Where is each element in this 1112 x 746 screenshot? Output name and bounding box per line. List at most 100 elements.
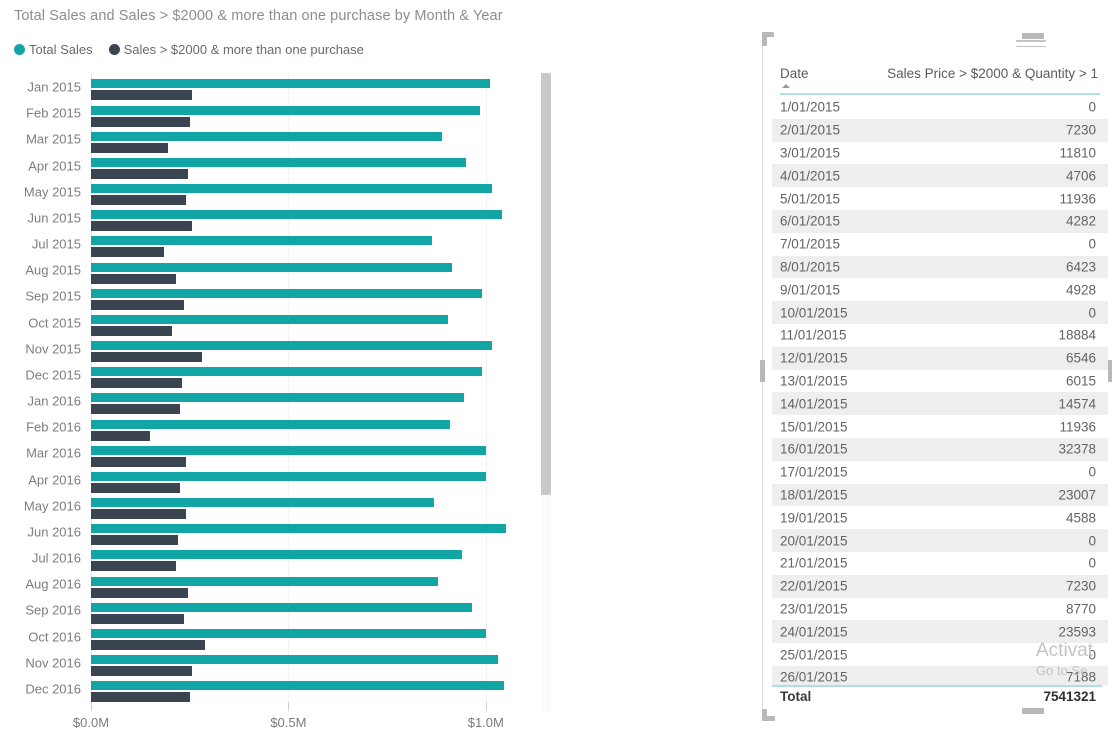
category-label[interactable]: Sep 2016: [25, 603, 81, 618]
bar-filtered-sales[interactable]: [91, 692, 190, 702]
bar-total-sales[interactable]: [91, 105, 480, 115]
category-label[interactable]: Feb 2016: [26, 420, 81, 435]
bar-total-sales[interactable]: [91, 314, 449, 324]
table-row[interactable]: 1/01/2015 0: [772, 96, 1108, 119]
bar-filtered-sales[interactable]: [91, 142, 168, 153]
table-row[interactable]: 20/01/2015 0: [772, 529, 1108, 552]
bar-filtered-sales[interactable]: [91, 352, 202, 363]
column-header-value[interactable]: Sales Price > $2000 & Quantity > 1: [887, 66, 1098, 81]
category-label[interactable]: Apr 2016: [28, 472, 81, 487]
resize-handle-middle-left[interactable]: [760, 360, 765, 382]
bar-total-sales[interactable]: [91, 681, 504, 691]
table-row[interactable]: 10/01/2015 0: [772, 301, 1108, 324]
chart-scrollbar-thumb[interactable]: [541, 73, 551, 495]
table-row[interactable]: 19/01/2015 4588: [772, 506, 1108, 529]
category-label[interactable]: Mar 2016: [26, 446, 81, 461]
bar-filtered-sales[interactable]: [91, 587, 188, 598]
bar-total-sales[interactable]: [91, 655, 498, 665]
category-label[interactable]: Mar 2015: [26, 132, 81, 147]
category-label[interactable]: Nov 2016: [25, 655, 81, 670]
table-row[interactable]: 15/01/2015 11936: [772, 415, 1108, 438]
table-row[interactable]: 12/01/2015 6546: [772, 346, 1108, 370]
bar-total-sales[interactable]: [91, 498, 435, 508]
bar-filtered-sales[interactable]: [91, 430, 151, 441]
table-row[interactable]: 22/01/2015 7230: [772, 574, 1108, 598]
category-label[interactable]: Sep 2015: [25, 289, 81, 304]
table-row[interactable]: 7/01/2015 0: [772, 233, 1108, 256]
bar-total-sales[interactable]: [91, 367, 482, 377]
bar-filtered-sales[interactable]: [91, 195, 186, 206]
bar-total-sales[interactable]: [91, 550, 463, 560]
bar-total-sales[interactable]: [91, 393, 465, 403]
table-row[interactable]: 11/01/2015 18884: [772, 324, 1108, 347]
category-label[interactable]: Jun 2016: [28, 524, 82, 539]
table-row[interactable]: 5/01/2015 11936: [772, 187, 1108, 210]
table-row[interactable]: 24/01/2015 23593: [772, 620, 1108, 644]
table-row[interactable]: 8/01/2015 6423: [772, 255, 1108, 279]
category-label[interactable]: Dec 2016: [25, 681, 81, 696]
bar-total-sales[interactable]: [91, 157, 467, 167]
bar-filtered-sales[interactable]: [91, 273, 176, 284]
table-row[interactable]: 16/01/2015 32378: [772, 437, 1108, 461]
bar-total-sales[interactable]: [91, 288, 482, 298]
bar-filtered-sales[interactable]: [91, 509, 186, 520]
table-row[interactable]: 25/01/2015 0: [772, 643, 1108, 666]
table-row[interactable]: 2/01/2015 7230: [772, 118, 1108, 142]
bar-total-sales[interactable]: [91, 524, 506, 534]
bar-filtered-sales[interactable]: [91, 221, 192, 232]
bar-total-sales[interactable]: [91, 471, 486, 481]
bar-total-sales[interactable]: [91, 236, 433, 246]
bar-filtered-sales[interactable]: [91, 247, 165, 258]
bar-filtered-sales[interactable]: [91, 639, 206, 650]
category-label[interactable]: May 2015: [24, 184, 81, 199]
bar-total-sales[interactable]: [91, 341, 492, 351]
table-row[interactable]: 13/01/2015 6015: [772, 370, 1108, 393]
category-label[interactable]: Apr 2015: [28, 158, 81, 173]
resize-handle-middle-right[interactable]: [1108, 360, 1112, 382]
bar-total-sales[interactable]: [91, 576, 439, 586]
table-row[interactable]: 18/01/2015 23007: [772, 483, 1108, 507]
table-row[interactable]: 4/01/2015 4706: [772, 164, 1108, 188]
table-row[interactable]: 26/01/2015 7188: [772, 665, 1108, 685]
bar-total-sales[interactable]: [91, 210, 502, 220]
resize-handle-left-top[interactable]: [762, 32, 767, 46]
bar-total-sales[interactable]: [91, 445, 486, 455]
bar-filtered-sales[interactable]: [91, 535, 178, 546]
bar-filtered-sales[interactable]: [91, 168, 188, 179]
bar-total-sales[interactable]: [91, 184, 492, 194]
category-label[interactable]: Jan 2016: [28, 394, 82, 409]
bar-total-sales[interactable]: [91, 79, 490, 89]
bar-filtered-sales[interactable]: [91, 378, 182, 389]
bar-filtered-sales[interactable]: [91, 456, 186, 467]
bar-filtered-sales[interactable]: [91, 482, 180, 493]
table-row[interactable]: 17/01/2015 0: [772, 461, 1108, 484]
category-label[interactable]: Oct 2015: [28, 315, 81, 330]
table-row[interactable]: 9/01/2015 4928: [772, 278, 1108, 301]
category-label[interactable]: Aug 2016: [25, 577, 81, 592]
table-row[interactable]: 6/01/2015 4282: [772, 209, 1108, 233]
table-row[interactable]: 14/01/2015 14574: [772, 392, 1108, 416]
bar-total-sales[interactable]: [91, 262, 453, 272]
legend-item-sales-filtered[interactable]: Sales > $2000 & more than one purchase: [108, 42, 364, 57]
legend-item-total-sales[interactable]: Total Sales: [14, 42, 93, 57]
table-row[interactable]: 3/01/2015 11810: [772, 142, 1108, 165]
bar-filtered-sales[interactable]: [91, 404, 180, 415]
category-label[interactable]: Feb 2015: [26, 106, 81, 121]
bar-filtered-sales[interactable]: [91, 325, 172, 336]
bar-filtered-sales[interactable]: [91, 116, 190, 127]
bar-filtered-sales[interactable]: [91, 613, 184, 624]
category-label[interactable]: Jan 2015: [28, 80, 82, 95]
bar-filtered-sales[interactable]: [91, 299, 184, 310]
bar-total-sales[interactable]: [91, 419, 451, 429]
category-label[interactable]: Oct 2016: [28, 629, 81, 644]
table-row[interactable]: 23/01/2015 8770: [772, 598, 1108, 621]
category-label[interactable]: Jul 2015: [32, 237, 81, 252]
bar-total-sales[interactable]: [91, 602, 472, 612]
table-row[interactable]: 21/01/2015 0: [772, 552, 1108, 575]
bar-filtered-sales[interactable]: [91, 561, 176, 572]
category-label[interactable]: Nov 2015: [25, 341, 81, 356]
category-label[interactable]: Aug 2015: [25, 263, 81, 278]
resize-handle-top-middle[interactable]: [1022, 33, 1044, 39]
category-label[interactable]: Jul 2016: [32, 551, 81, 566]
bar-chart-visual[interactable]: Total Sales and Sales > $2000 & more tha…: [0, 0, 570, 746]
